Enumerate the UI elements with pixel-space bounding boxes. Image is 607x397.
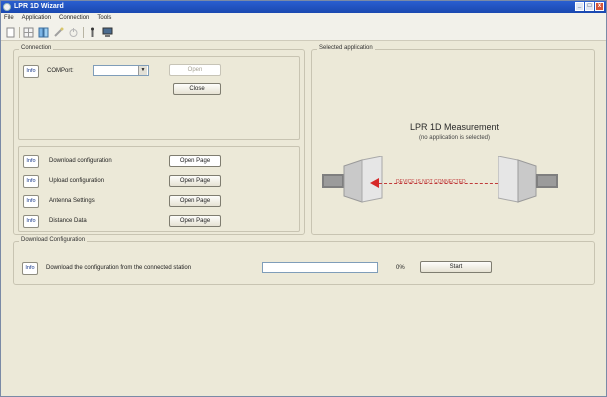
menu-bar: File Application Connection Tools <box>1 13 606 24</box>
menu-file[interactable]: File <box>4 13 14 24</box>
new-icon[interactable] <box>5 27 16 38</box>
info-button[interactable]: Info <box>23 195 39 208</box>
download-percent: 0% <box>396 265 405 271</box>
selected-application-group: Selected application LPR 1D Measurement … <box>311 45 595 235</box>
device-status-text: DEVICE IS NOT CONNECTED <box>396 179 466 185</box>
right-sensor-icon <box>498 156 558 203</box>
antenna-settings-label: Antenna Settings <box>49 198 95 204</box>
monitor-icon[interactable] <box>102 27 113 38</box>
grid-icon[interactable] <box>23 27 34 38</box>
title-bar[interactable]: LPR 1D Wizard _ □ x <box>1 1 606 13</box>
application-title: LPR 1D Measurement <box>409 122 500 132</box>
download-configuration-label: Download configuration <box>49 158 112 164</box>
info-button[interactable]: Info <box>23 215 39 228</box>
download-info-button[interactable]: Info <box>22 262 38 275</box>
connection-panel: Info COMPort: ▼ Open Close <box>18 56 300 140</box>
chevron-down-icon[interactable]: ▼ <box>138 66 147 75</box>
toolbar-separator <box>19 27 20 38</box>
close-button[interactable]: x <box>595 2 604 11</box>
maximize-button[interactable]: □ <box>585 2 594 11</box>
open-page-upload-button[interactable]: Open Page <box>169 175 221 187</box>
wand-icon[interactable] <box>53 27 64 38</box>
app-icon <box>3 3 11 11</box>
selected-application-legend: Selected application <box>317 45 375 51</box>
com-port-label: COMPort: <box>47 68 74 74</box>
distance-data-label: Distance Data <box>49 218 87 224</box>
antenna-icon[interactable] <box>87 27 98 38</box>
info-button[interactable]: Info <box>23 155 39 168</box>
application-subtitle: (no application is selected) <box>418 135 491 141</box>
toolbar <box>1 24 606 41</box>
connection-legend: Connection <box>19 45 54 51</box>
open-button[interactable]: Open <box>169 64 221 76</box>
download-configuration-group: Download Configuration Info Download the… <box>13 237 595 285</box>
com-port-select[interactable]: ▼ <box>93 65 149 76</box>
download-description: Download the configuration from the conn… <box>46 265 192 271</box>
download-progress-bar <box>262 262 378 273</box>
toolbar-separator <box>83 27 84 38</box>
app-window: LPR 1D Wizard _ □ x File Application Con… <box>0 0 607 397</box>
open-page-distance-button[interactable]: Open Page <box>169 215 221 227</box>
connection-group: Connection Info COMPort: ▼ Open Close In… <box>13 45 305 235</box>
open-page-download-button[interactable]: Open Page <box>169 155 221 167</box>
minimize-button[interactable]: _ <box>575 2 584 11</box>
main-panel: Connection Info COMPort: ▼ Open Close In… <box>9 45 599 391</box>
menu-connection[interactable]: Connection <box>59 13 89 24</box>
left-arrow-icon <box>370 178 379 188</box>
close-connection-button[interactable]: Close <box>173 83 221 95</box>
window-title: LPR 1D Wizard <box>14 3 64 10</box>
open-page-antenna-button[interactable]: Open Page <box>169 195 221 207</box>
download-configuration-legend: Download Configuration <box>19 237 88 243</box>
connection-info-button[interactable]: Info <box>23 65 39 78</box>
device-icon[interactable] <box>38 27 49 38</box>
window-controls: _ □ x <box>575 2 604 11</box>
upload-configuration-label: Upload configuration <box>49 178 105 184</box>
pages-panel: Info Download configuration Open Page In… <box>18 146 300 232</box>
menu-application[interactable]: Application <box>22 13 51 24</box>
menu-tools[interactable]: Tools <box>97 13 111 24</box>
info-button[interactable]: Info <box>23 175 39 188</box>
power-icon[interactable] <box>68 27 79 38</box>
start-button[interactable]: Start <box>420 261 492 273</box>
